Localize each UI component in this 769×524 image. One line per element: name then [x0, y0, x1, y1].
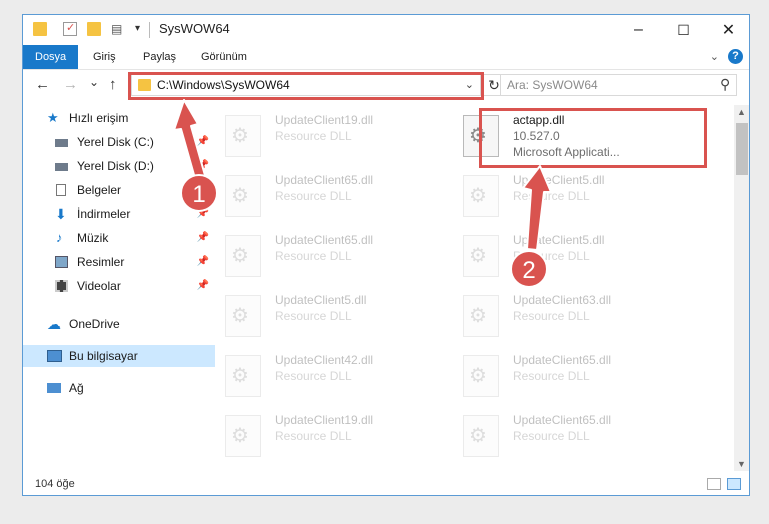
arrow-to-file [522, 165, 552, 251]
step-badge-1: 1 [180, 174, 218, 212]
annotation-arrows [173, 99, 552, 251]
step-badge-2: 2 [510, 250, 548, 288]
